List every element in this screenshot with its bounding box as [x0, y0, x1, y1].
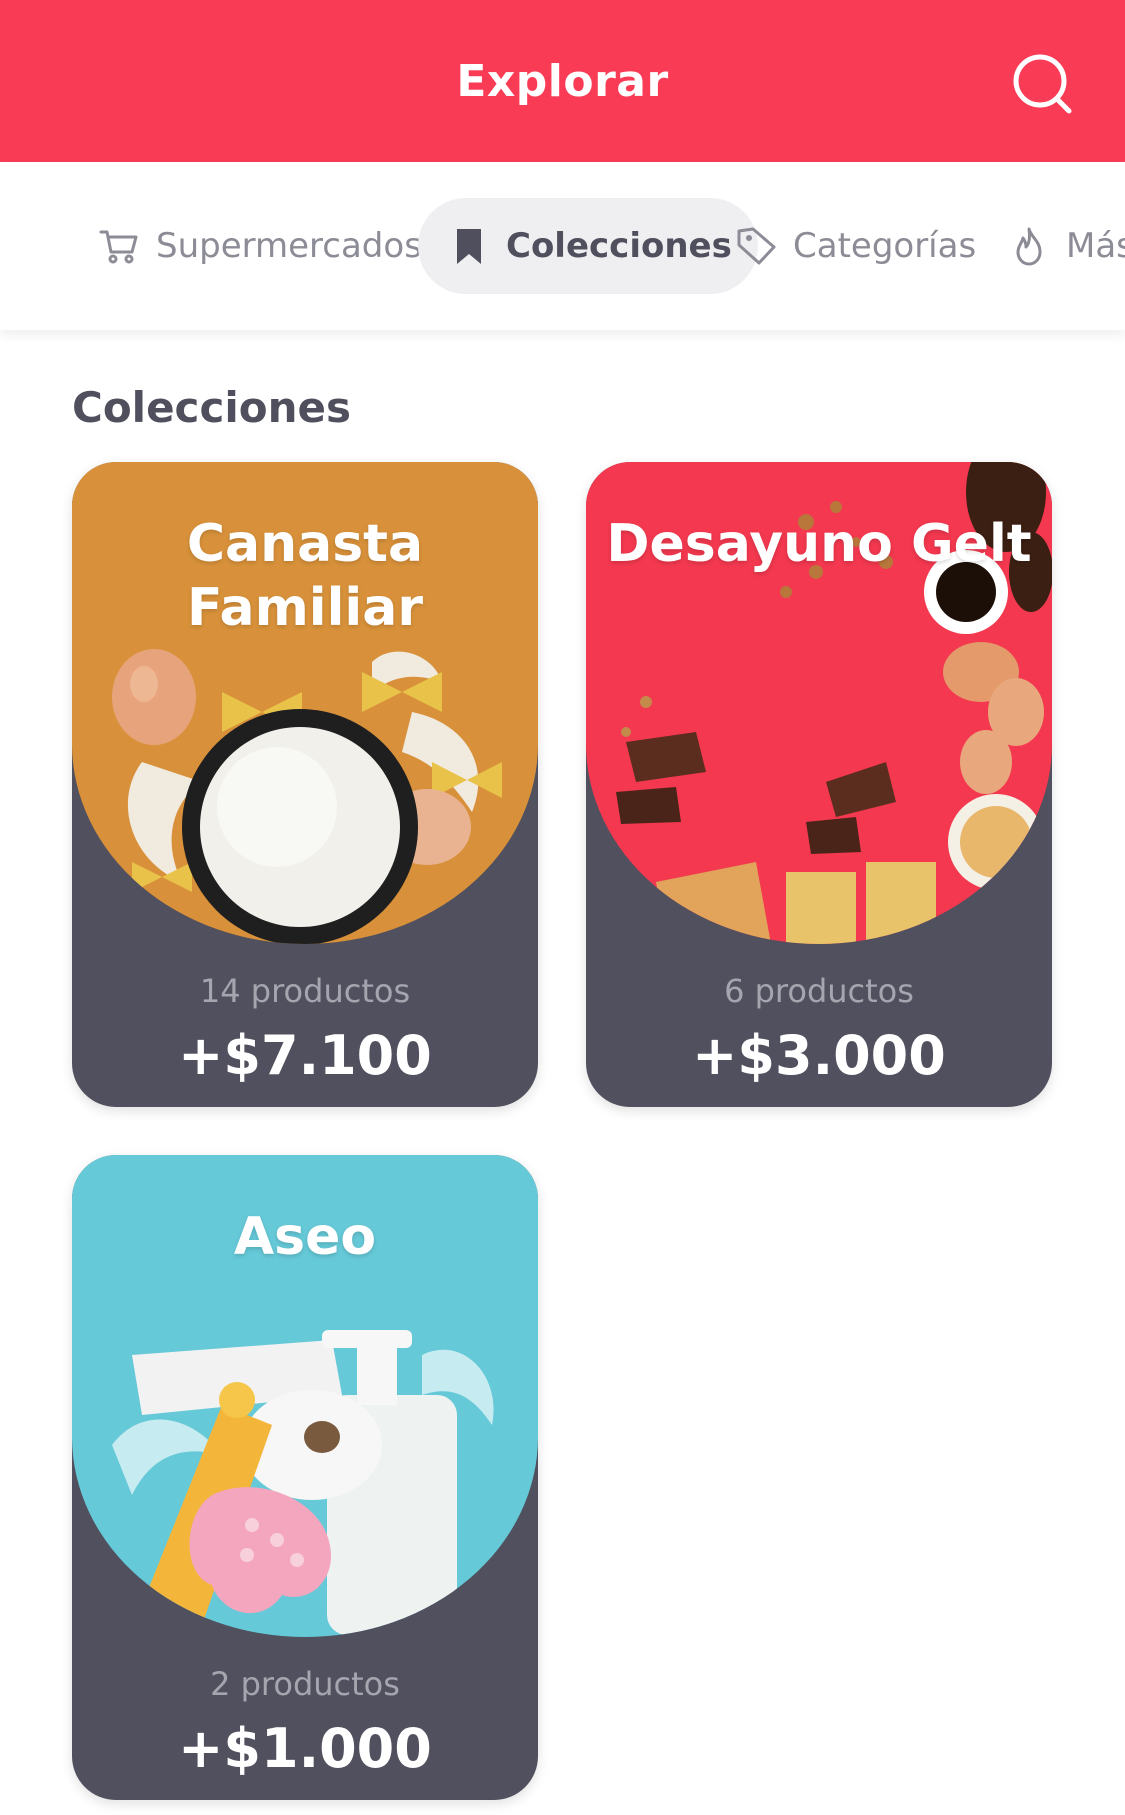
collection-title: Aseo — [233, 1207, 377, 1267]
page-title: Explorar — [456, 55, 669, 107]
tab-label: Más — [1066, 226, 1125, 266]
tab-label: Colecciones — [506, 226, 732, 266]
flame-icon — [1008, 225, 1050, 267]
collection-count: 14 productos — [199, 972, 411, 1010]
collection-price: +$1.000 — [178, 1717, 432, 1780]
collection-card-desayuno-gelt[interactable]: Desayuno Gelt 6 productos +$3.000 — [586, 462, 1052, 1107]
tab-colecciones[interactable]: Colecciones — [418, 198, 758, 294]
tab-label: Supermercados — [156, 226, 422, 266]
collection-title: Desayuno Gelt — [606, 514, 1032, 574]
tab-supermercados[interactable]: Supermercados — [98, 198, 422, 294]
collection-price: +$7.100 — [178, 1024, 432, 1087]
tab-mas[interactable]: Más — [1008, 198, 1125, 294]
tab-categorias[interactable]: Categorías — [735, 198, 976, 294]
collection-card-canasta-familiar[interactable]: Canasta Familiar 14 productos +$7.100 — [72, 462, 538, 1107]
cart-icon — [98, 225, 140, 267]
collection-title: Canasta Familiar — [186, 514, 424, 638]
bookmark-icon — [448, 225, 490, 267]
collection-count: 2 productos — [210, 1665, 400, 1703]
search-icon — [1013, 54, 1072, 114]
section-title: Colecciones — [72, 383, 351, 432]
collection-card-aseo[interactable]: Aseo 2 productos +$1.000 — [72, 1155, 538, 1800]
tag-icon — [735, 225, 777, 267]
tab-bar: Supermercados Colecciones Categorías Más — [0, 162, 1125, 330]
app-header: Explorar — [0, 0, 1125, 162]
search-button[interactable] — [1011, 52, 1075, 116]
tab-label: Categorías — [793, 226, 977, 266]
collection-price: +$3.000 — [692, 1024, 946, 1087]
collection-count: 6 productos — [724, 972, 914, 1010]
